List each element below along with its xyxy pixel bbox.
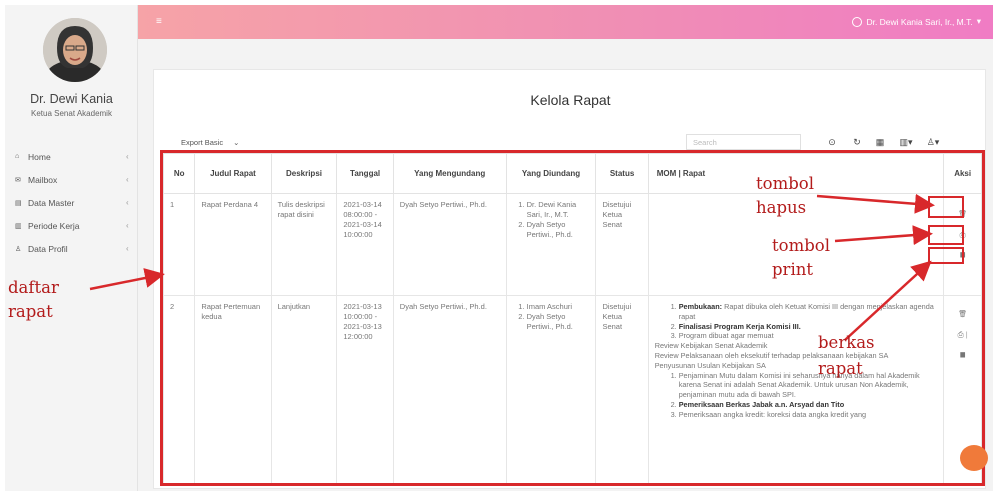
profile-avatar[interactable] xyxy=(43,18,107,82)
meeting-list-table: No Judul Rapat Deskripsi Tanggal Yang Me… xyxy=(160,150,985,486)
sidebar-item-mailbox[interactable]: ✉ Mailbox ‹ xyxy=(5,168,138,191)
mom-item: Pemeriksaan angka kredit: koreksi data a… xyxy=(679,410,938,420)
invitee-item: Dyah Setyo Pertiwi., Ph.d. xyxy=(527,312,590,332)
col-header-no[interactable]: No xyxy=(163,153,196,194)
toggle-pagination-button[interactable]: ⊙ xyxy=(825,134,839,150)
sidebar: Dr. Dewi Kania Ketua Senat Akademik ⌂ Ho… xyxy=(5,5,138,491)
mom-paragraph: Review Pelaksanaan oleh eksekutif terhad… xyxy=(654,350,889,360)
chevron-left-icon: ‹ xyxy=(126,221,129,230)
invitee-item: Imam Aschuri xyxy=(527,302,590,312)
table-row: 1 Rapat Perdana 4 Tulis deskripsi rapat … xyxy=(163,193,982,296)
chevron-down-icon: ▾ xyxy=(976,16,981,26)
user-name: Dr. Dewi Kania Sari, Ir., M.T. xyxy=(866,16,973,27)
export-button[interactable]: ♙▾ xyxy=(922,134,944,150)
hamburger-menu-icon[interactable]: ≡ xyxy=(156,16,162,27)
mom-item: Finalisasi Program Kerja Komisi III. xyxy=(679,322,938,332)
mom-item: Program dibuat agar memuat xyxy=(679,331,938,341)
col-header-status[interactable]: Status xyxy=(595,153,649,194)
cell-tanggal: 2021-03-13 10:00:00 - 2021-03-13 12:00:0… xyxy=(336,295,394,483)
mail-icon: ✉ xyxy=(15,176,21,184)
col-header-tanggal[interactable]: Tanggal xyxy=(336,153,394,194)
annotation-box-print xyxy=(928,225,964,245)
mom-paragraph: Review Kebijakan Senat Akademik xyxy=(654,341,768,351)
page-title: Kelola Rapat xyxy=(530,92,611,108)
col-header-judul[interactable]: Judul Rapat xyxy=(194,153,272,194)
cell-mengundang: Dyah Setyo Pertiwi., Ph.d. xyxy=(392,193,507,296)
toggle-view-button[interactable]: ▦ xyxy=(873,134,887,150)
col-header-aksi: Aksi xyxy=(943,153,982,194)
user-circle-icon xyxy=(852,16,863,27)
sidebar-item-periode-kerja[interactable]: ▥ Periode Kerja ‹ xyxy=(5,214,138,237)
mom-item: Penjaminan Mutu dalam Komisi ini seharus… xyxy=(679,371,938,400)
sidebar-item-label: Home xyxy=(28,151,51,162)
invitee-item: Dyah Setyo Pertiwi., Ph.d. xyxy=(527,220,590,240)
cell-status: Disetujui Ketua Senat xyxy=(595,193,649,296)
chevron-down-icon: ⌄ xyxy=(233,137,240,147)
export-select[interactable]: Export Basic ⌄ xyxy=(174,134,247,150)
sidebar-item-data-profil[interactable]: ♙ Data Profil ‹ xyxy=(5,237,138,260)
cell-judul: Rapat Pertemuan kedua xyxy=(194,295,272,483)
chart-icon: ▥ xyxy=(15,222,22,230)
refresh-button[interactable]: ↻ xyxy=(850,134,864,150)
mom-paragraph: Penyusunan Usulan Kebijakan SA xyxy=(654,360,766,370)
cell-mengundang: Dyah Setyo Pertiwi., Ph.d. xyxy=(392,295,507,483)
mom-item: Pembukaan: Rapat dibuka oleh Ketuat Komi… xyxy=(679,302,938,322)
search-input[interactable]: Search xyxy=(686,134,801,150)
print-icon[interactable]: ⎙ | xyxy=(950,330,975,340)
profile-role: Ketua Senat Akademik xyxy=(31,109,112,118)
sidebar-item-data-master[interactable]: ▤ Data Master ‹ xyxy=(5,191,138,214)
separator: | xyxy=(965,330,968,339)
sidebar-item-label: Mailbox xyxy=(28,174,58,185)
chevron-left-icon: ‹ xyxy=(126,198,129,207)
cell-deskripsi: Tulis deskripsi rapat disini xyxy=(270,193,338,296)
annotation-tombol-hapus: tombol hapus xyxy=(756,174,814,217)
sidebar-item-home[interactable]: ⌂ Home ‹ xyxy=(5,145,138,168)
cell-judul: Rapat Perdana 4 xyxy=(194,193,272,296)
table-row: 2 Rapat Pertemuan kedua Lanjutkan 2021-0… xyxy=(163,295,982,483)
sidebar-menu: ⌂ Home ‹ ✉ Mailbox ‹ ▤ Data Master ‹ ▥ P… xyxy=(5,145,138,260)
cell-no: 1 xyxy=(163,193,196,296)
annotation-box-hapus xyxy=(928,196,964,218)
annotation-berkas-rapat: berkas rapat xyxy=(818,333,875,378)
chevron-left-icon: ‹ xyxy=(126,152,129,161)
sidebar-item-label: Periode Kerja xyxy=(28,220,80,231)
cell-mom: Pembukaan: Rapat dibuka oleh Ketuat Komi… xyxy=(647,295,945,483)
annotation-daftar-rapat: daftar rapat xyxy=(8,278,59,321)
cell-deskripsi: Lanjutkan xyxy=(270,295,338,483)
sidebar-item-label: Data Master xyxy=(28,197,75,208)
cell-diundang: Dr. Dewi Kania Sari, Ir., M.T. Dyah Sety… xyxy=(505,193,597,296)
top-navbar: ≡ Dr. Dewi Kania Sari, Ir., M.T. ▾ xyxy=(138,5,993,39)
cell-status: Disetujui Ketua Senat xyxy=(595,295,649,483)
sidebar-item-label: Data Profil xyxy=(28,243,68,254)
col-header-deskripsi[interactable]: Deskripsi xyxy=(270,153,338,194)
cell-tanggal: 2021-03-14 08:00:00 - 2021-03-14 10:00:0… xyxy=(336,193,394,296)
database-icon: ▤ xyxy=(15,199,22,207)
cell-no: 2 xyxy=(163,295,196,483)
cell-diundang: Imam Aschuri Dyah Setyo Pertiwi., Ph.d. xyxy=(505,295,597,483)
export-label: Export Basic xyxy=(181,137,224,147)
profile-name: Dr. Dewi Kania xyxy=(30,92,113,106)
annotation-box-berkas xyxy=(928,247,964,264)
invitee-item: Dr. Dewi Kania Sari, Ir., M.T. xyxy=(527,200,590,220)
trash-icon[interactable]: 🗑 xyxy=(950,310,975,320)
file-icon[interactable]: ▆ xyxy=(950,350,975,360)
col-header-mengundang[interactable]: Yang Mengundang xyxy=(392,153,507,194)
annotation-tombol-print: tombol print xyxy=(772,236,830,279)
columns-button[interactable]: ▥▾ xyxy=(895,134,917,150)
chevron-left-icon: ‹ xyxy=(126,175,129,184)
chevron-left-icon: ‹ xyxy=(126,244,129,253)
table-header-row: No Judul Rapat Deskripsi Tanggal Yang Me… xyxy=(163,153,982,194)
mom-item: Pemeriksaan Berkas Jabak a.n. Arsyad dan… xyxy=(679,400,938,410)
home-icon: ⌂ xyxy=(15,153,20,160)
chat-button[interactable] xyxy=(960,445,988,471)
user-menu[interactable]: Dr. Dewi Kania Sari, Ir., M.T. ▾ xyxy=(852,16,981,27)
col-header-diundang[interactable]: Yang Diundang xyxy=(505,153,597,194)
user-icon: ♙ xyxy=(15,245,22,253)
